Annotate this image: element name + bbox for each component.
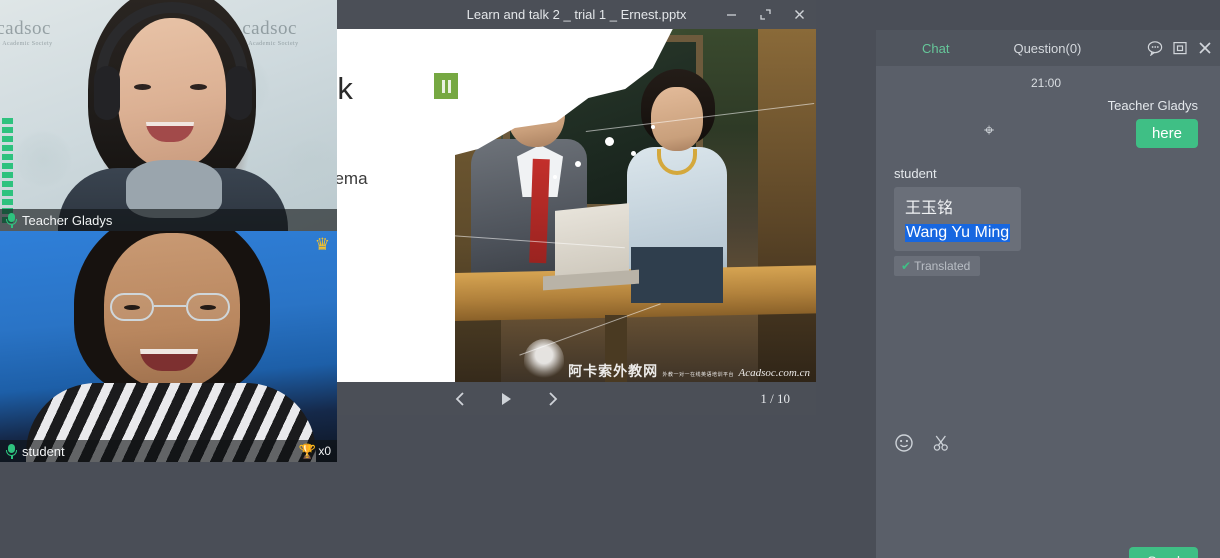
trophy-icon: 🏆 bbox=[299, 444, 316, 458]
teacher-name-bar: Teacher Gladys bbox=[0, 209, 337, 231]
photo-man-tie bbox=[529, 159, 550, 264]
minimize-icon[interactable] bbox=[714, 0, 748, 29]
chevron-right-icon[interactable] bbox=[529, 382, 575, 415]
pause-icon[interactable] bbox=[434, 73, 458, 99]
chat-message-outgoing: Teacher Gladys here bbox=[894, 98, 1198, 148]
photo-woman-skirt bbox=[631, 247, 723, 303]
chat-input-area[interactable]: Send bbox=[876, 460, 1220, 558]
translated-badge: ✔Translated bbox=[894, 256, 980, 276]
paint-splatter-dot bbox=[651, 125, 655, 129]
restore-icon[interactable] bbox=[748, 0, 782, 29]
crown-icon: ♛ bbox=[315, 236, 330, 253]
app-root: Acadsoc Online Academic Society Acadsoc … bbox=[0, 0, 1220, 558]
slide-page-indicator: 1 / 10 bbox=[760, 391, 790, 407]
microphone-icon bbox=[6, 444, 17, 459]
message-bubble[interactable]: here bbox=[1136, 119, 1198, 148]
slide-title: d Talk bbox=[337, 71, 353, 107]
slide-watermark: 阿卡索外教网 外教一对一在线英语培训平台 Acadsoc.com.cn bbox=[524, 339, 810, 381]
slide-canvas[interactable]: 阿卡索外教网 外教一对一在线英语培训平台 Acadsoc.com.cn d Ta… bbox=[337, 29, 816, 387]
video-column: Acadsoc Online Academic Society Acadsoc … bbox=[0, 0, 337, 462]
watermark-cn-text: 阿卡索外教网 bbox=[568, 363, 658, 379]
slide-control-bar: 1 / 10 bbox=[337, 382, 816, 415]
watermark-tree-icon bbox=[524, 339, 564, 381]
trophy-count-label: x0 bbox=[318, 444, 331, 458]
student-name-bar: student 🏆 x0 bbox=[0, 440, 337, 462]
window-titlebar[interactable]: Learn and talk 2 _ trial 1 _ Ernest.pptx bbox=[337, 0, 816, 29]
play-icon[interactable] bbox=[483, 382, 529, 415]
speech-bubble-icon[interactable] bbox=[1147, 40, 1163, 56]
chevron-left-icon[interactable] bbox=[437, 382, 483, 415]
message-sender: Teacher Gladys bbox=[894, 98, 1198, 113]
student-video-tile[interactable]: ♛ student 🏆 x0 bbox=[0, 231, 337, 462]
paint-splatter-dot bbox=[575, 161, 581, 167]
chat-timestamp: 21:00 bbox=[894, 76, 1198, 90]
chat-header: Chat Question(0) bbox=[876, 30, 1220, 66]
paint-splatter-dot bbox=[631, 151, 636, 156]
message-text-translated: Wang Yu Ming bbox=[905, 224, 1010, 242]
tab-question[interactable]: Question(0) bbox=[1003, 41, 1091, 56]
watermark-cn-subtext: 外教一对一在线英语培训平台 bbox=[663, 372, 735, 378]
emoji-icon[interactable] bbox=[894, 433, 914, 453]
scissors-icon[interactable] bbox=[931, 433, 951, 453]
chat-message-list[interactable]: 21:00 ⌖ Teacher Gladys here student 王玉铭 … bbox=[876, 66, 1220, 426]
send-button[interactable]: Send bbox=[1129, 547, 1198, 558]
translated-label: Translated bbox=[914, 259, 970, 273]
message-sender: student bbox=[894, 166, 1198, 181]
teacher-video-tile[interactable]: Acadsoc Online Academic Society Acadsoc … bbox=[0, 0, 337, 231]
close-panel-icon[interactable] bbox=[1197, 40, 1213, 56]
presentation-window: Learn and talk 2 _ trial 1 _ Ernest.pptx bbox=[337, 0, 816, 415]
student-glasses-bridge bbox=[154, 305, 186, 307]
chat-message-incoming: student 王玉铭 Wang Yu Ming ✔Translated bbox=[894, 166, 1198, 276]
text-cursor-icon: ⌖ bbox=[984, 120, 994, 141]
teacher-name-label: Teacher Gladys bbox=[22, 213, 112, 228]
slide-subtitle: nema bbox=[337, 169, 368, 189]
chat-header-icons bbox=[1147, 30, 1213, 66]
trophy-counter: 🏆 x0 bbox=[299, 444, 331, 458]
close-icon[interactable] bbox=[782, 0, 816, 29]
headset-earcup-right bbox=[226, 66, 252, 120]
microphone-icon bbox=[6, 213, 17, 228]
restore-panel-icon[interactable] bbox=[1172, 40, 1188, 56]
student-eye-left bbox=[124, 305, 140, 310]
paint-splatter-dot bbox=[553, 175, 557, 179]
student-eye-right bbox=[200, 305, 216, 310]
slide-photo: 阿卡索外教网 外教一对一在线英语培训平台 Acadsoc.com.cn bbox=[455, 29, 816, 387]
audio-level-meter bbox=[2, 118, 13, 223]
chat-panel: Chat Question(0) bbox=[876, 30, 1220, 558]
window-controls bbox=[714, 0, 816, 29]
tab-chat[interactable]: Chat bbox=[912, 41, 959, 56]
chat-toolbar bbox=[876, 426, 1220, 460]
headset-earcup-left bbox=[94, 66, 120, 120]
message-text-original: 王玉铭 bbox=[905, 194, 1010, 218]
student-name-label: student bbox=[22, 444, 65, 459]
paint-splatter-dot bbox=[605, 137, 614, 146]
photo-wood-right bbox=[758, 29, 816, 387]
window-title: Learn and talk 2 _ trial 1 _ Ernest.pptx bbox=[467, 7, 687, 22]
check-icon: ✔ bbox=[901, 259, 911, 273]
message-bubble[interactable]: 王玉铭 Wang Yu Ming bbox=[894, 187, 1021, 251]
watermark-en-text: Acadsoc.com.cn bbox=[739, 367, 810, 379]
